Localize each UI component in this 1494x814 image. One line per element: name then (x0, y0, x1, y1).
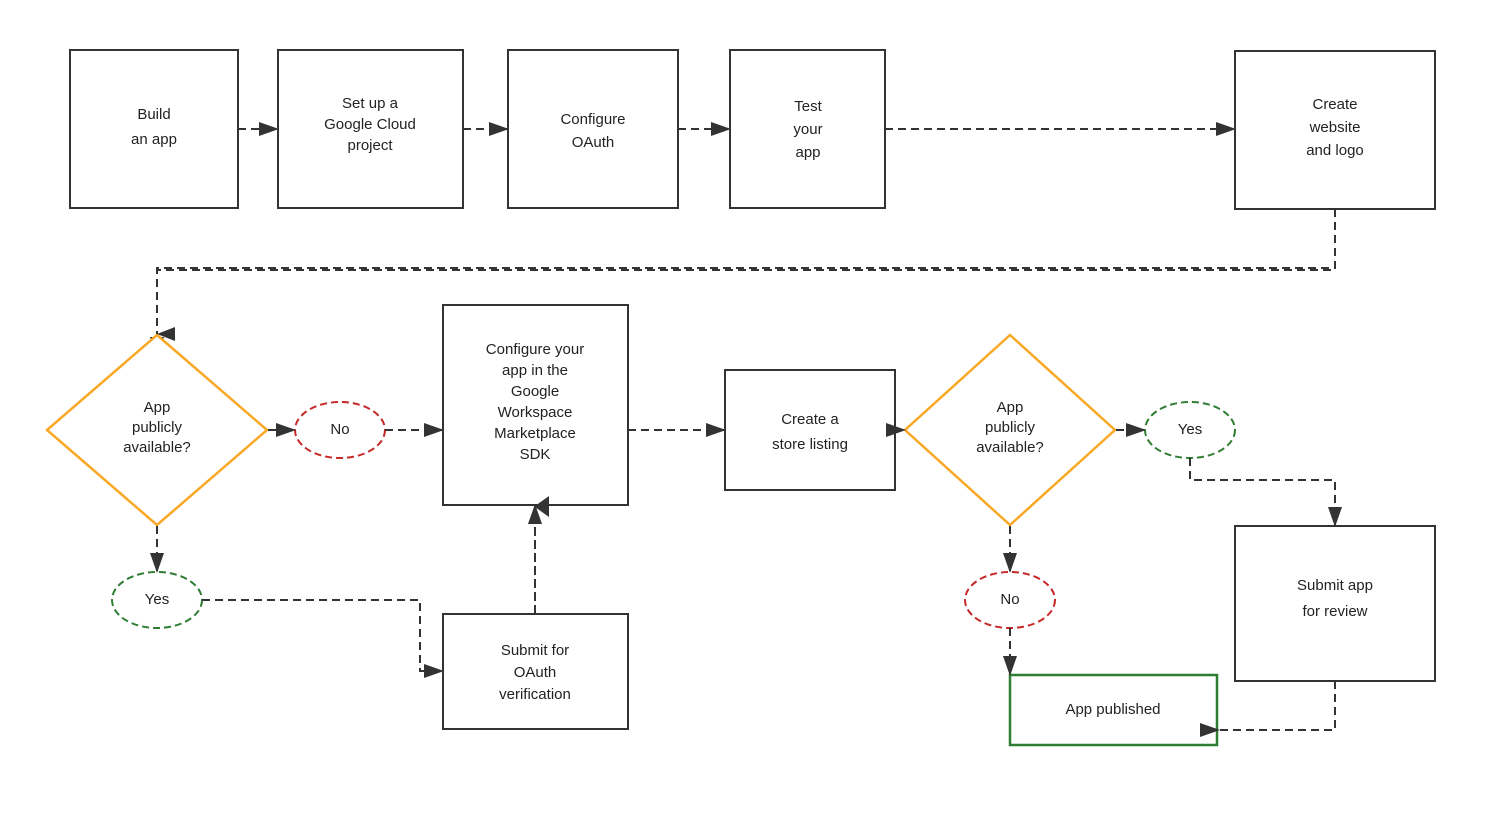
create-website-text1: Create (1312, 96, 1357, 113)
diamond-1-text1: App (144, 399, 171, 416)
configure-workspace-text4: Workspace (498, 404, 573, 421)
create-store-text1: Create a (781, 411, 839, 428)
setup-google-text1: Set up a (342, 95, 399, 112)
submit-oauth-text2: OAuth (514, 664, 557, 681)
submit-review-text2: for review (1302, 603, 1367, 620)
diamond-2-text2: publicly (985, 419, 1036, 436)
arrow-yes1-submitoauth (202, 600, 442, 671)
no-oval-2-text: No (1000, 591, 1019, 608)
configure-workspace-text2: app in the (502, 362, 568, 379)
diamond-2-text1: App (997, 399, 1024, 416)
configure-workspace-text6: SDK (520, 446, 551, 463)
submit-oauth-text3: verification (499, 686, 571, 703)
arrow-submit-published (1218, 681, 1335, 730)
setup-google-text2: Google Cloud (324, 116, 416, 133)
diamond-2-text3: available? (976, 439, 1044, 456)
setup-google-text3: project (347, 137, 393, 154)
arrow-yes2-submit (1190, 458, 1335, 525)
configure-workspace-text1: Configure your (486, 341, 584, 358)
yes-oval-1-text: Yes (145, 591, 169, 608)
test-app-text3: app (795, 144, 820, 161)
yes-oval-2-text: Yes (1178, 421, 1202, 438)
build-app-text2: an app (131, 131, 177, 148)
diamond-1-text2: publicly (132, 419, 183, 436)
create-store-text2: store listing (772, 436, 848, 453)
create-store-rect (725, 370, 895, 490)
build-app-rect (70, 50, 238, 208)
submit-review-text1: Submit app (1297, 577, 1373, 594)
configure-oauth-rect (508, 50, 678, 208)
arrow-website-to-diamond1-correct (157, 209, 1335, 334)
configure-workspace-text5: Marketplace (494, 425, 576, 442)
configure-workspace-text3: Google (511, 383, 559, 400)
no-oval-1-text: No (330, 421, 349, 438)
configure-oauth-text2: OAuth (572, 134, 615, 151)
configure-oauth-text1: Configure (560, 111, 625, 128)
arrow-website-to-diamond1 (157, 209, 1335, 355)
submit-oauth-text1: Submit for (501, 642, 569, 659)
app-published-text: App published (1065, 701, 1160, 718)
create-website-text2: website (1309, 119, 1361, 136)
diamond-1-text3: available? (123, 439, 191, 456)
main-diagram: Build an app Set up a Google Cloud proje… (0, 0, 1494, 814)
create-website-text3: and logo (1306, 142, 1364, 159)
test-app-text1: Test (794, 98, 822, 115)
test-app-text2: your (793, 121, 822, 138)
build-app-text1: Build (137, 106, 170, 123)
